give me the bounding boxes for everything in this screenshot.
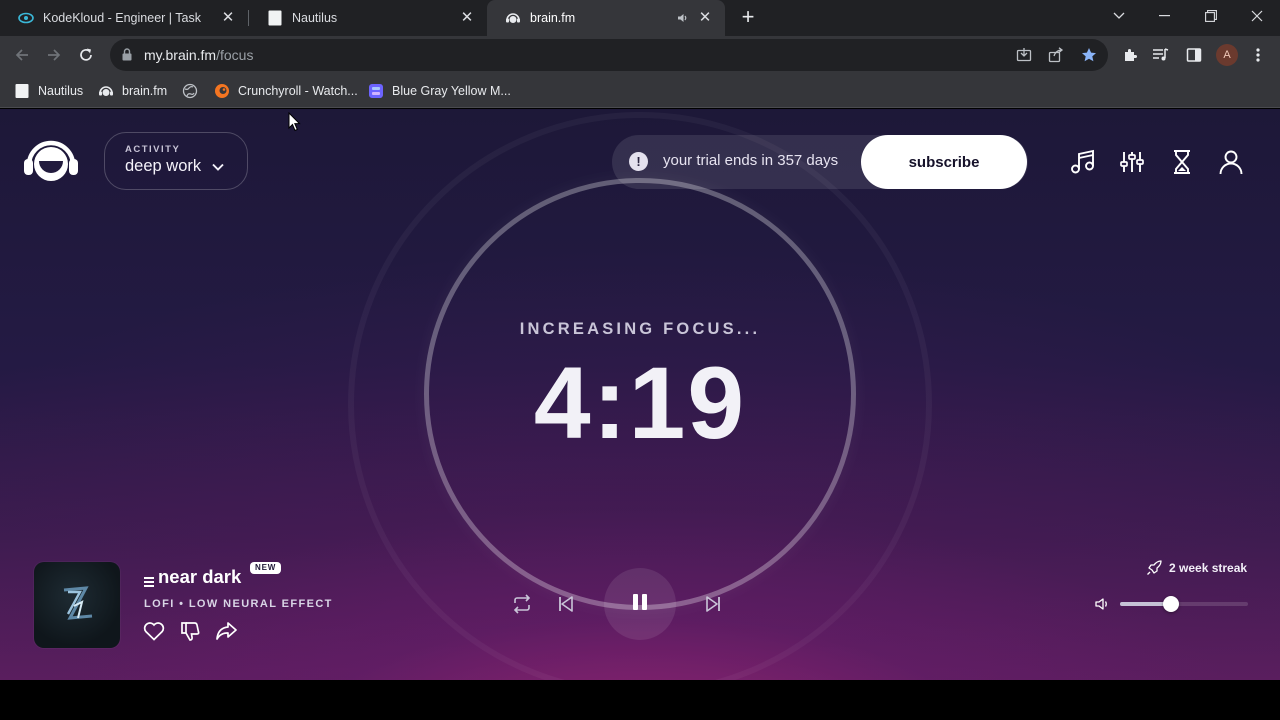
browser-toolbar: my.brain.fm/focus A	[0, 36, 1280, 74]
track-genre: LOFI • LOW NEURAL EFFECT	[144, 598, 333, 610]
pause-icon	[631, 593, 649, 616]
tab-title: Nautilus	[292, 11, 338, 25]
alert-icon: !	[629, 152, 648, 171]
heart-icon[interactable]	[142, 619, 166, 643]
globe-icon	[182, 83, 198, 99]
brainfm-favicon	[505, 10, 521, 26]
url-text: my.brain.fm/focus	[144, 47, 253, 63]
brainfm-favicon	[98, 83, 114, 99]
tab-nautilus[interactable]: Nautilus ✕	[249, 0, 487, 36]
track-menu-icon[interactable]	[144, 571, 154, 587]
bookmark-nautilus[interactable]: Nautilus	[14, 82, 83, 100]
letterbox-bar	[0, 680, 1280, 720]
pause-button[interactable]	[604, 568, 676, 640]
blank-page-favicon	[267, 10, 283, 26]
skip-next-icon[interactable]	[701, 592, 725, 616]
bookmark-label: Crunchyroll - Watch...	[238, 84, 358, 98]
address-bar[interactable]: my.brain.fm/focus	[110, 39, 1108, 71]
sliders-icon[interactable]	[1117, 147, 1147, 177]
tab-strip: KodeKloud - Engineer | Task ✕ Nautilus ✕…	[0, 0, 1280, 36]
restore-icon[interactable]	[1188, 0, 1234, 32]
back-icon[interactable]	[10, 43, 34, 67]
new-tab-button[interactable]: +	[738, 6, 758, 28]
trial-banner: ! your trial ends in 357 days subscribe	[612, 135, 1028, 189]
brainfm-focus-player: ACTIVITY deep work ! your trial ends in …	[0, 109, 1280, 680]
track-title: near dark	[144, 566, 241, 588]
focus-status: INCREASING FOCUS...	[519, 320, 761, 338]
bookmark-star-icon[interactable]	[1081, 47, 1097, 63]
chevron-down-icon	[211, 160, 225, 174]
thumbs-down-icon[interactable]	[178, 619, 202, 643]
install-app-icon[interactable]	[1016, 47, 1032, 63]
track-name: near dark	[158, 566, 242, 587]
bookmark-globe[interactable]	[182, 82, 206, 100]
bookmarks-bar: Nautilus brain.fm Crunchyroll - Watch...…	[0, 74, 1280, 108]
close-tab-icon[interactable]: ✕	[697, 10, 713, 26]
focus-timer: 4:19	[533, 346, 747, 460]
url-path: /focus	[216, 47, 254, 63]
share-icon[interactable]	[214, 619, 238, 643]
close-tab-icon[interactable]: ✕	[459, 10, 475, 26]
volume-slider[interactable]	[1120, 596, 1248, 612]
chrome-menu-icon[interactable]	[1248, 45, 1268, 65]
bookmark-blue-gray-yellow[interactable]: Blue Gray Yellow M...	[368, 82, 511, 100]
activity-selector[interactable]: ACTIVITY deep work	[104, 132, 248, 190]
hourglass-icon[interactable]	[1167, 147, 1197, 177]
tab-kodekloud[interactable]: KodeKloud - Engineer | Task ✕	[0, 0, 248, 36]
url-host: my.brain.fm	[144, 47, 217, 63]
minimize-icon[interactable]	[1142, 0, 1188, 32]
user-icon[interactable]	[1216, 147, 1246, 177]
repeat-icon[interactable]	[510, 592, 534, 616]
brainfm-logo[interactable]	[22, 137, 80, 185]
streak-text: 2 week streak	[1169, 561, 1248, 575]
palette-favicon	[368, 83, 384, 99]
kodekloud-favicon	[18, 10, 34, 26]
speaker-icon[interactable]	[675, 10, 691, 26]
media-controls-icon[interactable]	[1151, 45, 1171, 65]
volume-icon[interactable]	[1094, 596, 1110, 612]
activity-name: deep work	[125, 157, 202, 175]
reload-icon[interactable]	[74, 43, 98, 67]
blank-page-favicon	[14, 83, 30, 99]
music-note-icon[interactable]	[1068, 147, 1098, 177]
volume-thumb[interactable]	[1163, 596, 1180, 612]
share-page-icon[interactable]	[1048, 47, 1064, 63]
new-badge: NEW	[250, 562, 282, 574]
bookmark-label: Nautilus	[38, 84, 84, 98]
bookmark-crunchyroll[interactable]: Crunchyroll - Watch...	[214, 82, 358, 100]
side-panel-icon[interactable]	[1184, 45, 1204, 65]
skip-previous-icon[interactable]	[554, 592, 578, 616]
tab-search-icon[interactable]	[1096, 0, 1142, 32]
mouse-cursor-icon	[288, 111, 302, 132]
lock-icon[interactable]	[122, 48, 134, 62]
tab-title: brain.fm	[530, 11, 576, 25]
bookmark-label: Blue Gray Yellow M...	[392, 84, 511, 98]
profile-avatar[interactable]: A	[1216, 44, 1238, 66]
bookmark-label: brain.fm	[122, 84, 168, 98]
close-tab-icon[interactable]: ✕	[220, 10, 236, 26]
trial-text: your trial ends in 357 days	[663, 152, 839, 169]
bookmark-brainfm[interactable]: brain.fm	[98, 82, 167, 100]
streak-badge: 2 week streak	[1146, 559, 1247, 577]
activity-label: ACTIVITY	[125, 144, 181, 155]
window-close-icon[interactable]	[1234, 0, 1280, 32]
rocket-icon	[1146, 560, 1162, 576]
activity-value: deep work	[125, 157, 247, 176]
crunchyroll-favicon	[214, 83, 230, 99]
subscribe-button[interactable]: subscribe	[861, 135, 1027, 189]
tab-title: KodeKloud - Engineer | Task	[43, 11, 201, 25]
extensions-icon[interactable]	[1120, 45, 1140, 65]
tab-brainfm[interactable]: brain.fm ✕	[487, 0, 725, 36]
forward-icon[interactable]	[42, 43, 66, 67]
track-cover-art	[34, 562, 120, 648]
